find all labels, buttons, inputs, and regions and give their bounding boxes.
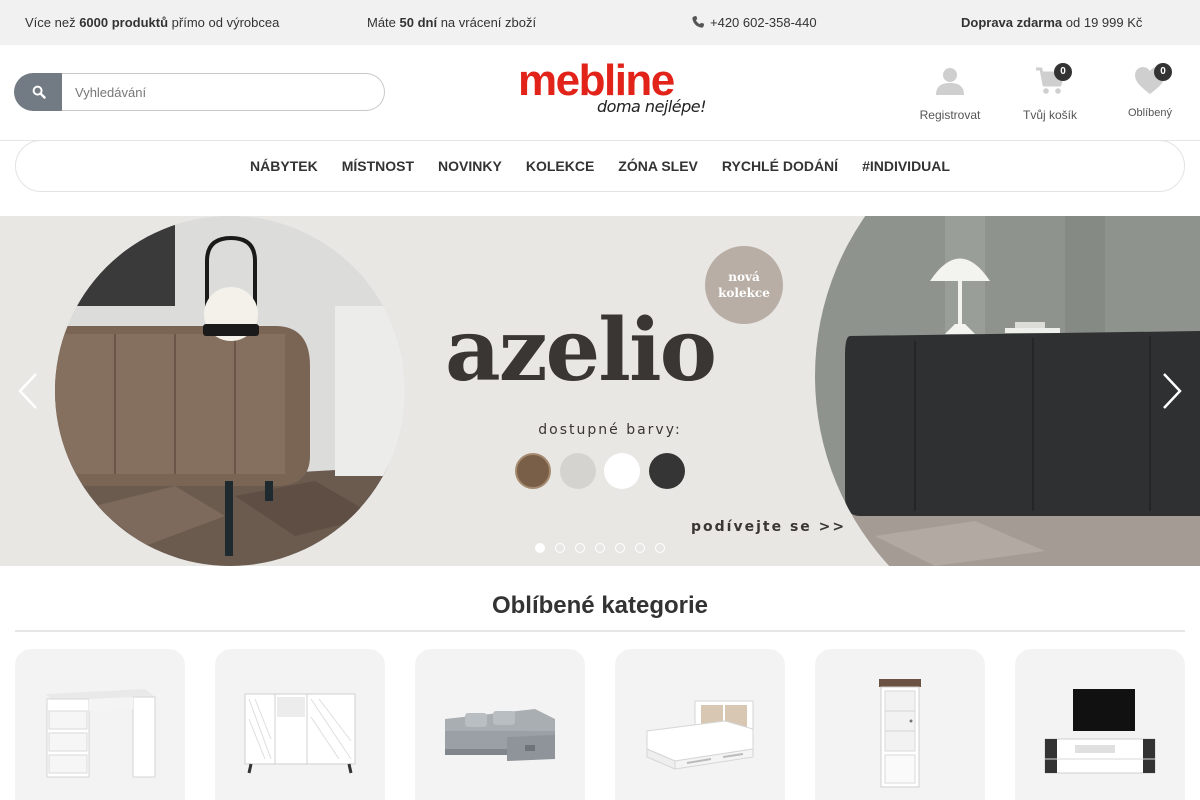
hero-image-right [815, 216, 1200, 566]
sofa-image [445, 709, 555, 761]
category-card-corner-sofa[interactable] [415, 649, 585, 800]
hero-subtitle: dostupné barvy: [538, 422, 682, 438]
color-swatch-grey [560, 453, 596, 489]
nav-item-rooms[interactable]: MÍSTNOST [342, 158, 414, 174]
user-icon [936, 68, 964, 95]
nav-item-new[interactable]: NOVINKY [438, 158, 502, 174]
info-returns-text-end: na vrácení zboží [437, 15, 537, 30]
info-products-count: 6000 produktů [79, 15, 169, 30]
site-header: mebline doma nejlépe! Registrovat 0 Tvůj… [0, 45, 1200, 141]
nav-item-collections[interactable]: KOLEKCE [526, 158, 594, 174]
badge-line-1: nová [728, 270, 760, 284]
categories-heading: Oblíbené kategorie [491, 592, 709, 619]
hero-next-arrow-icon[interactable] [1160, 371, 1184, 411]
info-shipping-threshold: od 19 999 Kč [1062, 15, 1143, 30]
nav-item-sale[interactable]: ZÓNA SLEV [618, 158, 698, 174]
main-nav: NÁBYTEK MÍSTNOST NOVINKY KOLEKCE ZÓNA SL… [15, 140, 1185, 192]
carousel-dot[interactable] [615, 543, 625, 553]
carousel-dot[interactable] [575, 543, 585, 553]
info-returns: Máte 50 dní na vrácení zboží [367, 15, 536, 30]
info-phone[interactable]: +420 602-358-440 [690, 15, 817, 30]
sideboard-lamp-illustration [55, 216, 405, 566]
category-card-tv-stand[interactable] [1015, 649, 1185, 800]
desk-image [45, 689, 156, 778]
info-products: Více než 6000 produktů přímo od výrobcea [25, 15, 279, 30]
info-returns-text: Máte [367, 15, 400, 30]
cart-label: Tvůj košík [1022, 108, 1077, 122]
nav-item-furniture[interactable]: NÁBYTEK [250, 158, 318, 174]
nav-item-fast-delivery[interactable]: RYCHLÉ DODÁNÍ [722, 158, 838, 174]
site-logo[interactable]: mebline doma nejlépe! [518, 57, 707, 127]
carousel-dot[interactable] [535, 543, 545, 553]
register-button[interactable]: Registrovat [905, 65, 995, 125]
info-returns-days: 50 dní [399, 15, 438, 30]
info-products-text-end: přímo od výrobcea [168, 15, 280, 30]
tv-stand-image [1044, 689, 1156, 774]
hero-title: azelio [445, 300, 717, 401]
carousel-dot[interactable] [555, 543, 565, 553]
nav-item-individual[interactable]: #INDIVIDUAL [862, 158, 950, 174]
phone-icon [692, 15, 705, 28]
info-shipping-label: Doprava zdarma [961, 15, 1063, 30]
carousel-dots [535, 543, 675, 553]
category-card-desk[interactable] [15, 649, 185, 800]
hero-banner[interactable]: nová kolekce azelio dostupné barvy: podív… [0, 216, 1200, 566]
register-label: Registrovat [919, 108, 981, 122]
info-shipping: Doprava zdarma od 19 999 Kč [961, 15, 1142, 30]
color-swatch-walnut [515, 453, 551, 489]
cabinet-image [879, 679, 921, 788]
cart-button[interactable]: 0 Tvůj košík [1005, 63, 1095, 125]
new-collection-badge: nová kolekce [705, 246, 783, 324]
carousel-dot[interactable] [635, 543, 645, 553]
categories-divider [15, 630, 1185, 632]
color-swatch-white [604, 453, 640, 489]
favorites-count-badge: 0 [1154, 63, 1172, 81]
cart-count-badge: 0 [1054, 63, 1072, 81]
badge-line-2: kolekce [718, 286, 770, 300]
hero-content: nová kolekce azelio dostupné barvy: podív… [405, 216, 844, 566]
hero-image-left [55, 216, 405, 566]
hero-prev-arrow-icon[interactable] [16, 371, 40, 411]
search-input[interactable] [62, 73, 385, 111]
color-swatch-black [649, 453, 685, 489]
favorites-button[interactable]: 0 Oblíbený [1105, 63, 1195, 125]
bed-image [646, 700, 754, 770]
search-icon [32, 85, 46, 99]
search-bar [14, 73, 385, 111]
carousel-dot[interactable] [655, 543, 665, 553]
phone-number[interactable]: +420 602-358-440 [710, 15, 817, 30]
category-card-bed[interactable] [615, 649, 785, 800]
sideboard-image [244, 693, 356, 774]
carousel-dot[interactable] [595, 543, 605, 553]
search-button[interactable] [14, 73, 64, 111]
info-products-text: Více než [25, 15, 80, 30]
favorites-label: Oblíbený [1127, 107, 1173, 119]
top-info-bar: Více než 6000 produktů přímo od výrobcea… [0, 0, 1200, 45]
black-sideboard-illustration [815, 216, 1200, 566]
logo-tagline: doma nejlépe! [597, 97, 707, 116]
category-card-display-cabinet[interactable] [815, 649, 985, 800]
category-card-sideboard[interactable] [215, 649, 385, 800]
